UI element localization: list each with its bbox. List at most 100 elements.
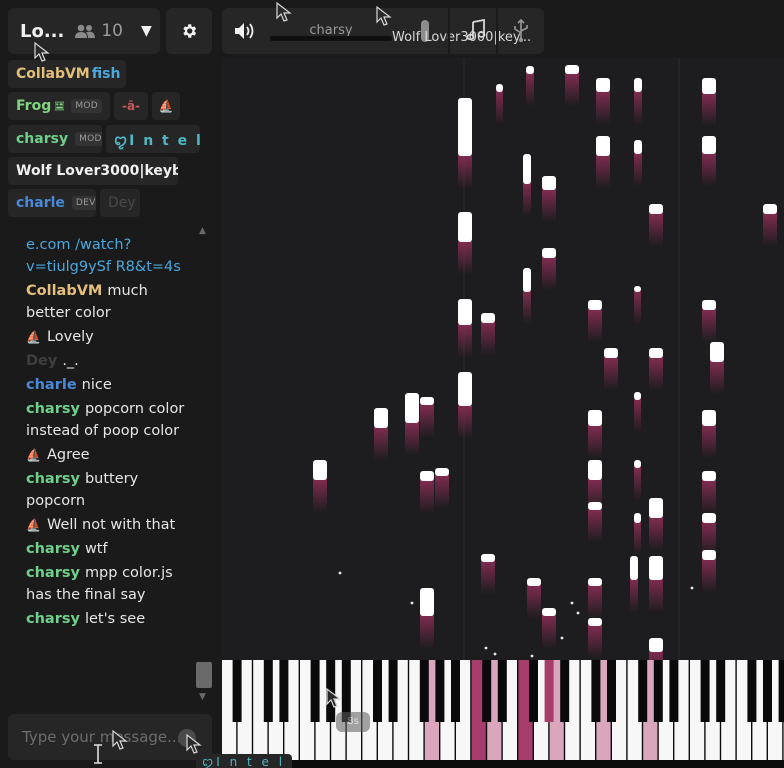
falling-note — [481, 313, 495, 323]
note-visualizer — [222, 58, 784, 660]
track-progress[interactable]: charsy — [270, 20, 392, 42]
falling-note — [702, 471, 716, 481]
black-key[interactable] — [497, 660, 507, 722]
falling-note — [634, 78, 642, 92]
falling-note — [634, 140, 642, 154]
note-trail — [588, 308, 602, 342]
remote-cursor-icon — [112, 730, 128, 750]
black-key[interactable] — [310, 660, 320, 722]
note-trail — [527, 584, 541, 618]
user-tag-dey[interactable]: Dey — [100, 189, 140, 217]
falling-note — [496, 84, 503, 92]
falling-note — [458, 372, 472, 406]
falling-note — [420, 588, 434, 616]
falling-note — [588, 618, 602, 626]
scroll-up-icon[interactable]: ▲ — [199, 226, 206, 236]
chat-text: Lovely — [46, 329, 94, 345]
chat-text: let's see — [84, 611, 146, 627]
falling-note — [588, 502, 602, 510]
black-key[interactable] — [263, 660, 273, 722]
black-key[interactable] — [778, 660, 784, 722]
note-trail — [634, 398, 641, 432]
piano-keys[interactable] — [222, 660, 784, 768]
scroll-down-icon[interactable]: ▼ — [199, 692, 206, 702]
falling-note — [630, 556, 638, 580]
black-key[interactable] — [544, 660, 554, 722]
black-key[interactable] — [747, 660, 757, 722]
settings-button[interactable] — [166, 8, 212, 54]
black-key[interactable] — [700, 660, 710, 722]
chat-message: charsy buttery popcorn — [26, 468, 186, 512]
black-key[interactable] — [419, 660, 429, 722]
note-trail — [604, 356, 618, 390]
sparkle — [338, 571, 342, 575]
user-name: -ā- — [121, 99, 141, 113]
chat-message: charsy let's see — [26, 608, 186, 630]
user-name: ꨄI n t e l — [114, 132, 200, 149]
black-key[interactable] — [638, 660, 648, 722]
music-icon[interactable] — [466, 19, 486, 41]
note-trail — [481, 321, 495, 355]
note-trail — [649, 516, 663, 550]
black-key[interactable] — [388, 660, 398, 722]
black-key[interactable] — [560, 660, 570, 722]
user-tag-a[interactable]: -ā- — [114, 92, 148, 120]
sparkle — [530, 654, 534, 658]
note-trail — [458, 154, 472, 188]
flag-icon — [55, 101, 65, 111]
duck-icon: ⛵ — [26, 448, 41, 462]
users-icon — [75, 24, 96, 38]
piano-keyboard[interactable] — [222, 660, 784, 768]
user-tag-intel[interactable]: ꨄI n t e l — [106, 125, 200, 153]
black-key[interactable] — [373, 660, 382, 722]
sparkle — [570, 601, 574, 605]
progress-bar — [270, 36, 392, 41]
chat-message: Dey ._. — [26, 350, 186, 372]
note-trail — [481, 560, 495, 594]
chat-link[interactable]: e.com /watch?v=tiulg9ySf R8&t=4s — [26, 237, 181, 275]
remote-cursor-icon — [326, 688, 342, 708]
remote-cursor-name: ꨄI n t e l — [196, 754, 292, 768]
user-badge: MOD — [75, 132, 102, 146]
note-trail — [596, 90, 610, 124]
chat-scrollbar-thumb[interactable] — [196, 662, 212, 688]
falling-note — [588, 460, 602, 480]
black-key[interactable] — [435, 660, 445, 722]
room-selector-button[interactable]: Lo... 10 ▼ — [8, 8, 160, 54]
remote-cursor-icon — [376, 6, 392, 26]
falling-note — [702, 78, 716, 94]
sparkle — [493, 652, 497, 656]
black-key[interactable] — [529, 660, 538, 722]
chat-message: CollabVM much better color — [26, 280, 186, 324]
black-key[interactable] — [591, 660, 601, 722]
user-tag-charle[interactable]: charle DEV — [8, 189, 96, 217]
volume-icon[interactable] — [234, 22, 256, 40]
black-key[interactable] — [763, 660, 772, 722]
black-key[interactable] — [451, 660, 460, 722]
user-tag-wolf-lover[interactable]: Wolf Lover3000|keyb... — [8, 157, 178, 185]
black-key[interactable] — [482, 660, 492, 722]
note-trail — [435, 474, 449, 508]
user-tag-charsy[interactable]: charsy MOD — [8, 125, 102, 153]
user-tag-duck[interactable]: ⛵ — [152, 92, 180, 120]
black-key[interactable] — [716, 660, 726, 722]
user-tag-collabvm[interactable]: CollabVM fish — [8, 60, 126, 88]
sparkle — [484, 646, 488, 650]
black-key[interactable] — [279, 660, 289, 722]
duck-icon: ⛵ — [158, 99, 174, 113]
note-trail — [588, 624, 602, 658]
note-trail — [542, 256, 556, 290]
black-key[interactable] — [607, 660, 616, 722]
black-key[interactable] — [232, 660, 242, 722]
falling-note — [542, 608, 556, 616]
chat-nick: CollabVM — [26, 283, 103, 299]
note-trail — [702, 558, 716, 592]
usb-icon[interactable] — [512, 19, 530, 43]
user-tag-frog[interactable]: Frog MOD — [8, 92, 110, 120]
text-cursor-icon — [94, 744, 102, 764]
note-trail — [420, 403, 434, 437]
remote-cursor-icon — [186, 734, 202, 754]
black-key[interactable] — [653, 660, 663, 722]
falling-notes — [313, 65, 777, 660]
black-key[interactable] — [669, 660, 679, 722]
